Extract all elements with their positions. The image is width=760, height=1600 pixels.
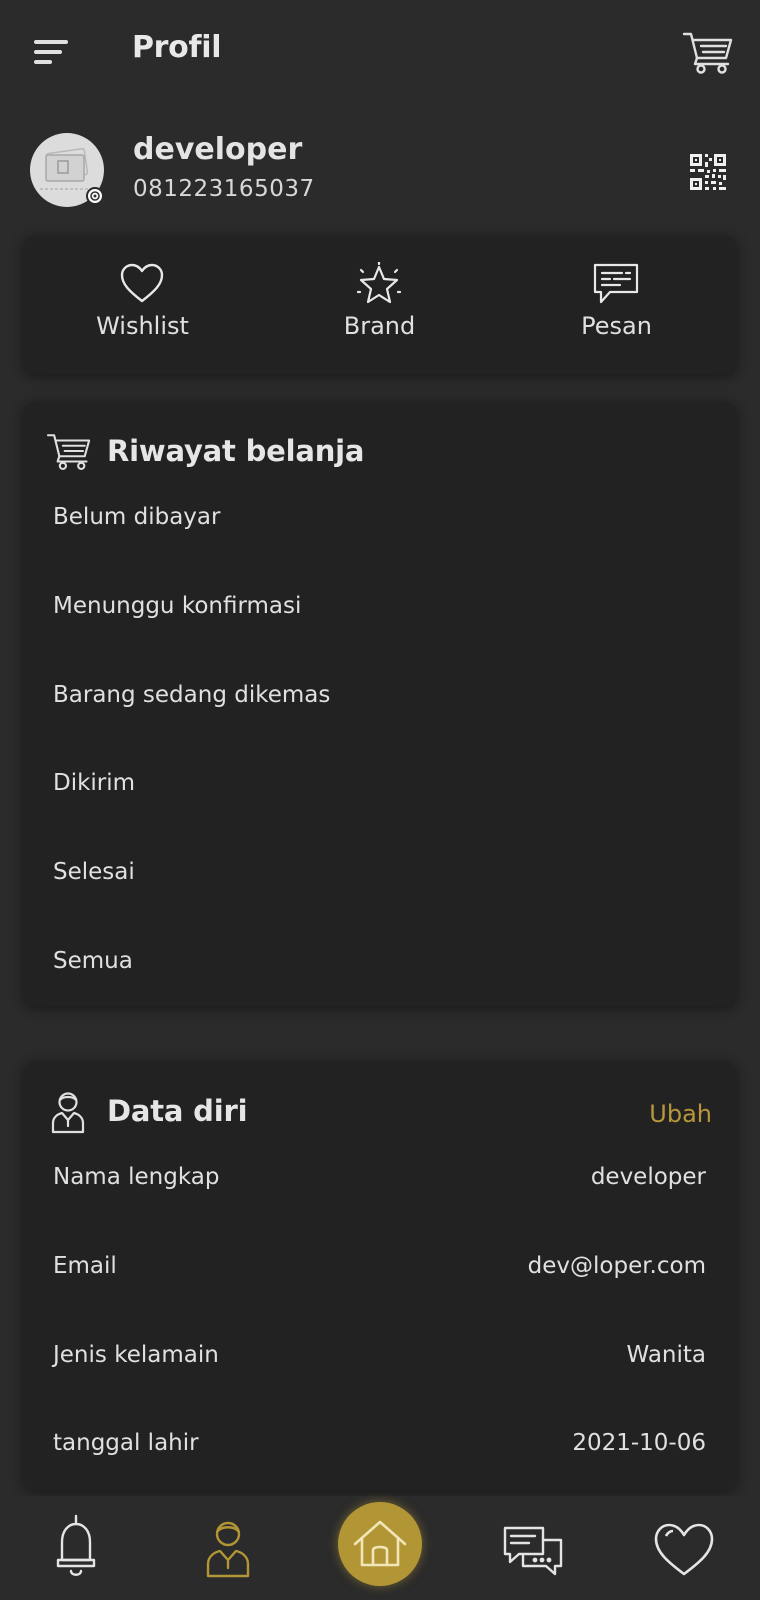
profile-page: Profil developer 081223165037 Wishlist B… xyxy=(0,0,760,1600)
user-icon xyxy=(206,1521,250,1578)
wishlist-label: Wishlist xyxy=(96,312,189,340)
history-item-label: Semua xyxy=(53,948,133,974)
history-item-all[interactable]: Semua xyxy=(24,948,736,1028)
data-label: Nama lengkap xyxy=(53,1164,220,1190)
profile-name: developer xyxy=(133,132,303,167)
nav-home[interactable] xyxy=(338,1502,422,1586)
brand-button[interactable]: Brand xyxy=(261,236,498,374)
home-icon xyxy=(353,1520,407,1567)
page-title: Profil xyxy=(132,30,222,65)
history-item-completed[interactable]: Selesai xyxy=(24,859,736,939)
heart-icon xyxy=(654,1523,714,1576)
data-row-gender: Jenis kelamain Wanita xyxy=(24,1342,736,1402)
data-label: Email xyxy=(53,1253,117,1279)
data-label: tanggal lahir xyxy=(53,1430,199,1456)
history-item-label: Menunggu konfirmasi xyxy=(53,593,302,619)
history-item-unpaid[interactable]: Belum dibayar xyxy=(24,504,736,584)
personal-data-card: Data diri Ubah Nama lengkap developer Em… xyxy=(24,1062,736,1490)
cart-icon[interactable] xyxy=(682,28,734,76)
message-icon xyxy=(593,263,639,304)
nav-notifications[interactable] xyxy=(36,1510,116,1590)
data-value: Wanita xyxy=(626,1342,706,1368)
bottom-navigation xyxy=(0,1496,760,1600)
history-item-shipped[interactable]: Dikirim xyxy=(24,770,736,850)
profile-phone: 081223165037 xyxy=(133,176,315,202)
history-item-label: Selesai xyxy=(53,859,135,885)
shopping-history-card: Riwayat belanja Belum dibayar Menunggu k… xyxy=(24,402,736,1006)
data-row-birth-date: tanggal lahir 2021-10-06 xyxy=(24,1430,736,1490)
qr-code-icon[interactable] xyxy=(688,152,728,192)
history-item-label: Belum dibayar xyxy=(53,504,221,530)
data-value: developer xyxy=(590,1164,706,1190)
message-label: Pesan xyxy=(581,312,652,340)
history-item-packing[interactable]: Barang sedang dikemas xyxy=(24,682,736,762)
cart-icon xyxy=(46,434,91,470)
bell-icon xyxy=(56,1514,96,1576)
data-value: 2021-10-06 xyxy=(572,1430,706,1456)
star-icon xyxy=(356,262,402,304)
personal-data-title: Data diri xyxy=(107,1094,248,1128)
message-button[interactable]: Pesan xyxy=(498,236,735,374)
chat-icon xyxy=(503,1526,563,1576)
change-photo-icon[interactable] xyxy=(86,187,104,205)
data-value: dev@loper.com xyxy=(527,1253,706,1279)
edit-profile-link[interactable]: Ubah xyxy=(649,1100,712,1128)
history-item-awaiting-confirmation[interactable]: Menunggu konfirmasi xyxy=(24,593,736,673)
quick-actions-card: Wishlist Brand Pesan xyxy=(24,236,736,374)
menu-icon[interactable] xyxy=(30,36,74,68)
nav-wishlist[interactable] xyxy=(644,1510,724,1590)
data-label: Jenis kelamain xyxy=(53,1342,219,1368)
shopping-history-title: Riwayat belanja xyxy=(107,434,365,468)
nav-profile[interactable] xyxy=(188,1510,268,1590)
nav-chat[interactable] xyxy=(493,1510,573,1590)
wishlist-button[interactable]: Wishlist xyxy=(24,236,261,374)
data-row-full-name: Nama lengkap developer xyxy=(24,1164,736,1224)
avatar[interactable] xyxy=(30,133,104,207)
app-bar: Profil xyxy=(0,0,760,104)
heart-icon xyxy=(120,263,164,303)
user-icon xyxy=(51,1092,85,1134)
history-item-label: Barang sedang dikemas xyxy=(53,682,331,708)
brand-label: Brand xyxy=(343,312,416,340)
data-row-email: Email dev@loper.com xyxy=(24,1253,736,1313)
history-item-label: Dikirim xyxy=(53,770,136,796)
